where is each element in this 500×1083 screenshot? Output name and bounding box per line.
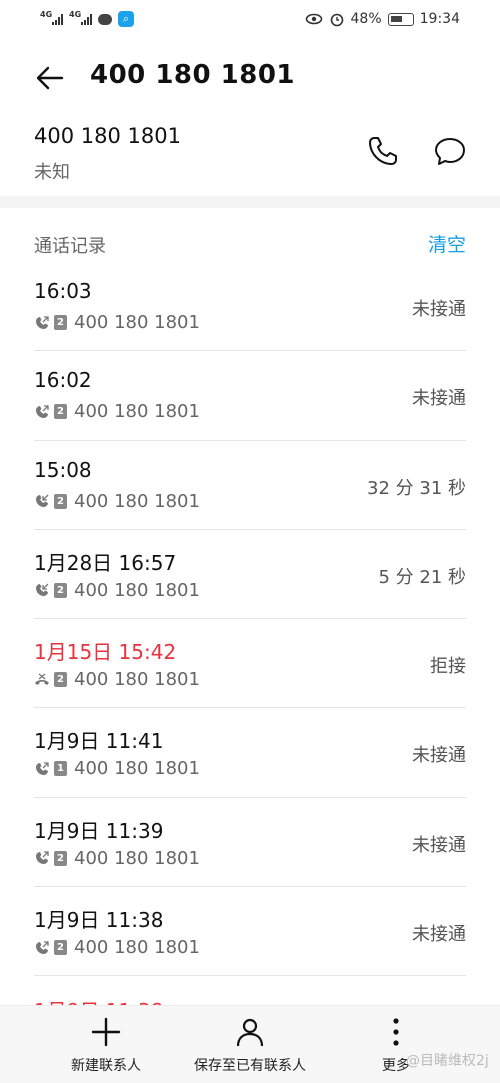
sim-card-icon: 1: [54, 761, 67, 777]
eye-icon: [305, 13, 322, 25]
call-log-row[interactable]: 1月9日 11:39 2 400 180 1801 未接通: [34, 798, 466, 888]
rejected-call-icon: [35, 673, 49, 685]
call-status: 未接通: [412, 388, 466, 410]
sim-card-icon: 2: [54, 404, 67, 420]
status-bar-left: 4G 4G ⌕: [40, 10, 134, 27]
status-bar-right: 48% 19:34: [305, 11, 460, 27]
network-type-label: 4G: [40, 10, 53, 19]
incoming-call-icon: [36, 494, 49, 508]
app-badge-icon: ⌕: [118, 11, 134, 27]
status-bar: 4G 4G ⌕ 48% 19:34: [0, 0, 500, 38]
clock: 19:34: [419, 11, 460, 27]
call-detail: 2 400 180 1801: [34, 937, 200, 958]
contact-label: 未知: [34, 162, 70, 183]
call-status: 未接通: [412, 834, 466, 856]
network-type-label: 4G: [69, 10, 82, 19]
call-detail: 2 400 180 1801: [34, 312, 200, 333]
save-to-existing-button[interactable]: 保存至已有联系人: [180, 1016, 320, 1075]
call-number: 400 180 1801: [74, 312, 200, 333]
sim-card-icon: 2: [54, 493, 67, 509]
call-log-row[interactable]: 1月9日 11:38 2 400 180 1801 未接通: [34, 887, 466, 977]
call-time: 1月15日 15:42: [34, 640, 177, 665]
call-log-row[interactable]: 1月15日 15:42 2 400 180 1801 拒接: [34, 619, 466, 709]
person-icon: [236, 1018, 264, 1047]
call-number: 400 180 1801: [74, 490, 200, 512]
call-log-title: 通话记录: [34, 236, 106, 257]
call-time: 1月9日 11:41: [34, 729, 164, 754]
new-contact-button[interactable]: 新建联系人: [36, 1016, 176, 1075]
call-number: 400 180 1801: [74, 669, 200, 691]
call-detail: 1 400 180 1801: [34, 758, 200, 779]
page-title: 400 180 1801: [90, 60, 296, 90]
back-arrow-icon[interactable]: [34, 62, 66, 94]
sim-card-icon: 2: [54, 582, 67, 598]
app-header: 400 180 1801: [0, 48, 500, 108]
outgoing-call-icon: [36, 405, 49, 418]
call-number: 400 180 1801: [74, 937, 200, 959]
call-log-row[interactable]: 15:08 2 400 180 1801 32 分 31 秒: [34, 441, 466, 530]
call-log-row[interactable]: 16:03 2 400 180 1801 未接通: [34, 262, 466, 352]
section-divider: [0, 196, 500, 208]
sim-card-icon: 2: [54, 850, 67, 866]
watermark: @目睹维权2j: [406, 1053, 489, 1069]
sim-card-icon: 2: [54, 940, 67, 956]
outgoing-call-icon: [36, 940, 49, 954]
call-detail: 2 400 180 1801: [34, 491, 200, 512]
outgoing-call-icon: [36, 315, 49, 329]
call-time: 1月9日 11:39: [34, 818, 164, 843]
call-number: 400 180 1801: [74, 401, 200, 423]
bottom-action-bar: 新建联系人 保存至已有联系人 更多: [0, 1005, 500, 1083]
call-number: 400 180 1801: [74, 758, 200, 780]
call-status: 32 分 31 秒: [367, 477, 466, 499]
message-icon: [98, 13, 112, 25]
signal-icon: 4G: [40, 10, 63, 25]
call-status: 未接通: [412, 924, 466, 946]
call-log-header: 通话记录 清空: [0, 222, 500, 262]
message-icon[interactable]: [433, 134, 467, 168]
clear-button[interactable]: 清空: [428, 230, 466, 257]
call-detail: 2 400 180 1801: [34, 580, 200, 601]
outgoing-call-icon: [36, 851, 49, 865]
battery-percent: 48%: [350, 11, 382, 27]
call-status: 未接通: [412, 745, 466, 767]
signal-icon: 4G: [69, 10, 92, 25]
call-log-row[interactable]: 1月9日 11:41 1 400 180 1801 未接通: [34, 708, 466, 798]
sim-card-icon: 2: [54, 672, 67, 688]
alarm-icon: [330, 13, 343, 27]
new-contact-label: 新建联系人: [71, 1058, 141, 1074]
sim-card-icon: 2: [54, 315, 67, 330]
outgoing-call-icon: [36, 762, 49, 775]
call-time: 1月9日 11:38: [34, 908, 164, 933]
call-icon[interactable]: [366, 134, 400, 168]
call-number: 400 180 1801: [74, 847, 200, 869]
plus-icon: [91, 1017, 121, 1047]
call-log-list: 16:03 2 400 180 1801 未接通 16:02 2 400 180 1801 未…: [0, 262, 500, 977]
battery-icon: [387, 12, 414, 26]
call-time: 16:03: [34, 279, 92, 303]
call-detail: 2 400 180 1801: [34, 848, 200, 869]
incoming-call-icon: [36, 583, 49, 597]
call-log-row[interactable]: 16:02 2 400 180 1801 未接通: [34, 351, 466, 441]
call-detail: 2 400 180 1801: [34, 401, 200, 422]
call-time: 15:08: [34, 457, 92, 482]
call-status: 未接通: [412, 299, 466, 320]
save-to-existing-label: 保存至已有联系人: [194, 1058, 306, 1074]
contact-number: 400 180 1801: [34, 124, 181, 148]
contact-info: 400 180 1801 未知: [0, 118, 500, 196]
call-status: 5 分 21 秒: [378, 566, 466, 588]
call-number: 400 180 1801: [74, 579, 200, 601]
call-status: 拒接: [430, 656, 466, 678]
call-time: 1月28日 16:57: [34, 550, 177, 575]
more-vertical-icon: [393, 1018, 399, 1046]
call-log-row[interactable]: 1月28日 16:57 2 400 180 1801 5 分 21 秒: [34, 530, 466, 620]
call-time: 16:02: [34, 368, 92, 393]
call-detail: 2 400 180 1801: [34, 669, 200, 690]
